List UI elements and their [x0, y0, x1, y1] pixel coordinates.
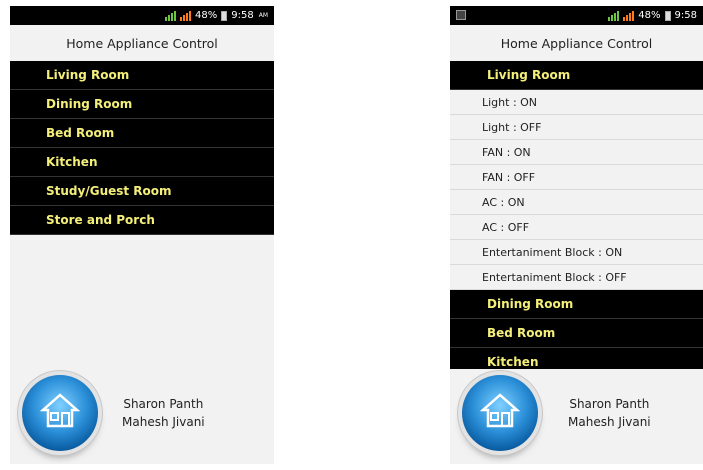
signal-icon	[623, 10, 635, 21]
status-bar: 48% 9:58	[450, 6, 703, 25]
action-fan-on[interactable]: FAN : ON	[450, 140, 703, 165]
room-item-living-room[interactable]: Living Room	[10, 61, 274, 90]
action-ac-on[interactable]: AC : ON	[450, 190, 703, 215]
credits: Sharon Panth Mahesh Jivani	[568, 395, 651, 431]
room-item-store-and-porch[interactable]: Store and Porch	[10, 206, 274, 235]
footer: Sharon Panth Mahesh Jivani	[450, 369, 703, 464]
page-title: Home Appliance Control	[10, 25, 274, 61]
credits: Sharon Panth Mahesh Jivani	[122, 395, 205, 431]
signal-icon	[608, 10, 620, 21]
house-icon	[462, 375, 538, 451]
room-item-bed-room[interactable]: Bed Room	[10, 119, 274, 148]
credit-name: Sharon Panth	[569, 397, 650, 411]
room-item-study-guest-room[interactable]: Study/Guest Room	[10, 177, 274, 206]
battery-percent: 48%	[195, 10, 218, 21]
room-item-bed-room[interactable]: Bed Room	[450, 319, 703, 348]
action-light-on[interactable]: Light : ON	[450, 90, 703, 115]
credit-name: Mahesh Jivani	[122, 415, 205, 429]
action-light-off[interactable]: Light : OFF	[450, 115, 703, 140]
clock-ampm: AM	[258, 12, 268, 19]
room-item-dining-room[interactable]: Dining Room	[10, 90, 274, 119]
action-entertainment-off[interactable]: Entertaniment Block : OFF	[450, 265, 703, 290]
house-icon	[22, 375, 98, 451]
signal-icon	[165, 10, 177, 21]
phone-screen-expanded: 48% 9:58 Home Appliance Control Living R…	[450, 6, 703, 464]
credit-name: Sharon Panth	[123, 397, 204, 411]
signal-icon	[180, 10, 192, 21]
page-title: Home Appliance Control	[450, 25, 703, 61]
battery-percent: 48%	[638, 10, 661, 21]
room-list: Living Room Light : ON Light : OFF FAN :…	[450, 61, 703, 377]
footer: Sharon Panth Mahesh Jivani	[10, 369, 274, 464]
action-entertainment-on[interactable]: Entertaniment Block : ON	[450, 240, 703, 265]
room-item-living-room[interactable]: Living Room	[450, 61, 703, 90]
credit-name: Mahesh Jivani	[568, 415, 651, 429]
room-list: Living Room Dining Room Bed Room Kitchen…	[10, 61, 274, 235]
action-fan-off[interactable]: FAN : OFF	[450, 165, 703, 190]
clock: 9:58	[674, 10, 697, 21]
phone-screen-collapsed: 48% 9:58 AM Home Appliance Control Living…	[10, 6, 274, 464]
clock: 9:58	[231, 10, 254, 21]
status-bar: 48% 9:58 AM	[10, 6, 274, 25]
notification-icon	[456, 10, 466, 20]
room-item-kitchen[interactable]: Kitchen	[10, 148, 274, 177]
battery-icon	[664, 10, 671, 21]
battery-icon	[221, 10, 228, 21]
action-ac-off[interactable]: AC : OFF	[450, 215, 703, 240]
room-item-dining-room[interactable]: Dining Room	[450, 290, 703, 319]
